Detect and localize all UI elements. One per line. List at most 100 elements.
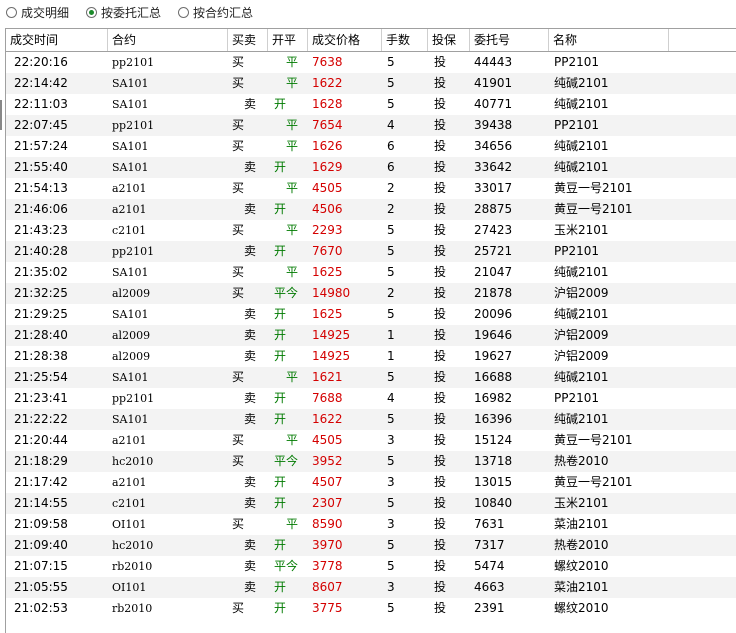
radio-circle-icon[interactable] <box>86 6 97 18</box>
cell-contract: hc2010 <box>112 455 154 468</box>
cell-side: 卖 <box>244 202 257 216</box>
table-row[interactable]: 22:20:16 pp2101 买 平 7638 5 投 44443 PP2101 <box>6 52 736 73</box>
cell-time: 21:07:15 <box>14 559 68 573</box>
cell-offset: 开 <box>274 601 287 615</box>
table-row[interactable]: 21:28:40 al2009 卖 开 14925 1 投 19646 沪铝2009 <box>6 325 736 346</box>
radio-trade-detail[interactable]: 成交明细 <box>6 4 69 20</box>
cell-offset: 开 <box>274 160 287 174</box>
cell-offset: 开 <box>274 538 287 552</box>
table-row[interactable]: 21:32:25 al2009 买 平今 14980 2 投 21878 沪铝2009 <box>6 283 736 304</box>
cell-offset: 平 <box>286 118 299 132</box>
cell-contract: rb2010 <box>112 602 153 615</box>
column-header-hedge[interactable]: 投保 <box>428 29 470 51</box>
cell-side: 买 <box>232 601 245 615</box>
cell-side: 买 <box>232 55 245 69</box>
table-row[interactable]: 21:09:40 hc2010 卖 开 3970 5 投 7317 热卷2010 <box>6 535 736 556</box>
radio-circle-icon[interactable] <box>6 6 17 18</box>
cell-time: 22:11:03 <box>14 97 68 111</box>
cell-hedge: 投 <box>434 202 447 216</box>
table-row[interactable]: 21:40:28 pp2101 卖 开 7670 5 投 25721 PP2101 <box>6 241 736 262</box>
cell-order: 16688 <box>474 370 513 384</box>
table-row[interactable]: 21:22:22 SA101 卖 开 1622 5 投 16396 纯碱2101 <box>6 409 736 430</box>
cell-time: 21:20:44 <box>14 433 68 447</box>
cell-contract: rb2010 <box>112 560 153 573</box>
table-row[interactable]: 21:05:55 OI101 卖 开 8607 3 投 4663 菜油2101 <box>6 577 736 598</box>
cell-hedge: 投 <box>434 391 447 405</box>
cell-name: 黄豆一号2101 <box>554 181 633 195</box>
table-row[interactable]: 21:46:06 a2101 卖 开 4506 2 投 28875 黄豆一号2101 <box>6 199 736 220</box>
cell-order: 7317 <box>474 538 505 552</box>
cell-order: 39438 <box>474 118 513 132</box>
cell-time: 21:55:40 <box>14 160 68 174</box>
cell-side: 买 <box>232 265 245 279</box>
column-header-order[interactable]: 委托号 <box>470 29 549 51</box>
cell-hedge: 投 <box>434 55 447 69</box>
column-header-offset[interactable]: 开平 <box>268 29 308 51</box>
cell-side: 买 <box>232 454 245 468</box>
cell-price: 2307 <box>312 496 343 510</box>
cell-name: 菜油2101 <box>554 517 609 531</box>
cell-price: 4507 <box>312 475 343 489</box>
cell-qty: 5 <box>387 412 395 426</box>
cell-price: 1622 <box>312 412 343 426</box>
cell-side: 卖 <box>244 580 257 594</box>
column-header-side[interactable]: 买卖 <box>228 29 268 51</box>
column-header-price[interactable]: 成交价格 <box>308 29 382 51</box>
table-row[interactable]: 22:11:03 SA101 卖 开 1628 5 投 40771 纯碱2101 <box>6 94 736 115</box>
table-row[interactable]: 21:55:40 SA101 卖 开 1629 6 投 33642 纯碱2101 <box>6 157 736 178</box>
cell-order: 27423 <box>474 223 513 237</box>
table-row[interactable]: 21:20:44 a2101 买 平 4505 3 投 15124 黄豆一号2101 <box>6 430 736 451</box>
cell-time: 21:18:29 <box>14 454 68 468</box>
cell-name: PP2101 <box>554 118 600 132</box>
cell-offset: 开 <box>274 349 287 363</box>
radio-by-order[interactable]: 按委托汇总 <box>86 4 161 20</box>
cell-hedge: 投 <box>434 286 447 300</box>
column-header-name[interactable]: 名称 <box>549 29 669 51</box>
cell-qty: 5 <box>387 244 395 258</box>
cell-contract: al2009 <box>112 329 151 342</box>
cell-time: 22:20:16 <box>14 55 68 69</box>
table-row[interactable]: 21:14:55 c2101 卖 开 2307 5 投 10840 玉米2101 <box>6 493 736 514</box>
cell-qty: 2 <box>387 202 395 216</box>
table-row[interactable]: 21:35:02 SA101 买 平 1625 5 投 21047 纯碱2101 <box>6 262 736 283</box>
table-body: 22:20:16 pp2101 买平 7638 5 投 44443 PP2101 22:14:4… <box>6 52 736 619</box>
cell-side: 卖 <box>244 349 257 363</box>
cell-hedge: 投 <box>434 349 447 363</box>
cell-hedge: 投 <box>434 517 447 531</box>
cell-side: 卖 <box>244 496 257 510</box>
cell-time: 21:29:25 <box>14 307 68 321</box>
cell-order: 13718 <box>474 454 513 468</box>
table-row[interactable]: 21:23:41 pp2101 卖 开 7688 4 投 16982 PP2101 <box>6 388 736 409</box>
table-row[interactable]: 21:43:23 c2101 买 平 2293 5 投 27423 玉米2101 <box>6 220 736 241</box>
table-row[interactable]: 21:25:54 SA101 买 平 1621 5 投 16688 纯碱2101 <box>6 367 736 388</box>
table-row[interactable]: 21:07:15 rb2010 卖 平今 3778 5 投 5474 螺纹2010 <box>6 556 736 577</box>
table-row[interactable]: 21:29:25 SA101 卖 开 1625 5 投 20096 纯碱2101 <box>6 304 736 325</box>
table-row[interactable]: 21:17:42 a2101 卖 开 4507 3 投 13015 黄豆一号2101 <box>6 472 736 493</box>
table-row[interactable]: 21:57:24 SA101 买 平 1626 6 投 34656 纯碱2101 <box>6 136 736 157</box>
cell-qty: 2 <box>387 181 395 195</box>
cell-time: 21:22:22 <box>14 412 68 426</box>
table-row[interactable]: 22:07:45 pp2101 买 平 7654 4 投 39438 PP2101 <box>6 115 736 136</box>
cell-price: 1622 <box>312 76 343 90</box>
cell-contract: a2101 <box>112 434 147 447</box>
column-header-time[interactable]: 成交时间 <box>6 29 108 51</box>
cell-contract: pp2101 <box>112 56 155 69</box>
cell-side: 买 <box>232 517 245 531</box>
column-header-contract[interactable]: 合约 <box>108 29 228 51</box>
cell-qty: 5 <box>387 55 395 69</box>
column-header-qty[interactable]: 手数 <box>382 29 428 51</box>
cell-price: 3970 <box>312 538 343 552</box>
cell-side: 买 <box>232 76 245 90</box>
radio-circle-icon[interactable] <box>178 6 189 18</box>
table-row[interactable]: 21:09:58 OI101 买 平 8590 3 投 7631 菜油2101 <box>6 514 736 535</box>
table-row[interactable]: 22:14:42 SA101 买 平 1622 5 投 41901 纯碱2101 <box>6 73 736 94</box>
cell-order: 13015 <box>474 475 513 489</box>
cell-side: 卖 <box>244 412 257 426</box>
table-header: 成交时间 合约 买卖 开平 成交价格 手数 投保 委托号 名称 <box>6 29 736 52</box>
table-row[interactable]: 21:28:38 al2009 卖 开 14925 1 投 19627 沪铝2009 <box>6 346 736 367</box>
radio-by-contract[interactable]: 按合约汇总 <box>178 4 253 20</box>
cell-price: 1625 <box>312 265 343 279</box>
table-row[interactable]: 21:54:13 a2101 买 平 4505 2 投 33017 黄豆一号2101 <box>6 178 736 199</box>
table-row[interactable]: 21:18:29 hc2010 买 平今 3952 5 投 13718 热卷2010 <box>6 451 736 472</box>
table-row[interactable]: 21:02:53 rb2010 买 开 3775 5 投 2391 螺纹2010 <box>6 598 736 619</box>
